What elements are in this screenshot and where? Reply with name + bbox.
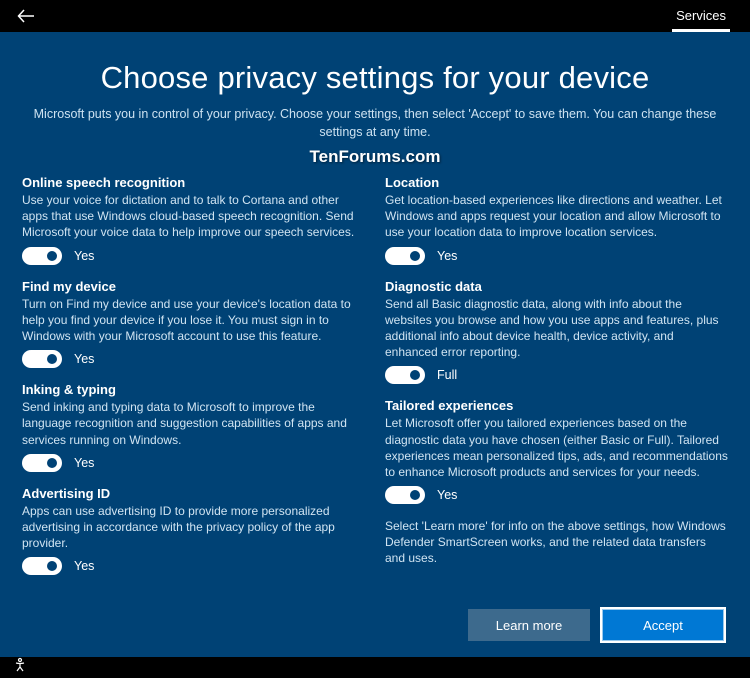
setting-title: Online speech recognition <box>22 175 365 190</box>
setting-desc: Apps can use advertising ID to provide m… <box>22 503 365 552</box>
setting-diagnostic-data: Diagnostic data Send all Basic diagnosti… <box>385 279 728 385</box>
toggle-label: Yes <box>74 456 94 470</box>
toggle-switch[interactable] <box>22 350 62 368</box>
left-column: Online speech recognition Use your voice… <box>22 175 365 589</box>
toggle-row: Yes <box>22 247 365 265</box>
toggle-knob <box>410 370 420 380</box>
toggle-switch[interactable] <box>385 247 425 265</box>
setting-desc: Send all Basic diagnostic data, along wi… <box>385 296 728 361</box>
watermark-text: TenForums.com <box>22 147 728 167</box>
setting-title: Location <box>385 175 728 190</box>
setting-desc: Get location-based experiences like dire… <box>385 192 728 241</box>
toggle-row: Yes <box>22 350 365 368</box>
page-subtitle: Microsoft puts you in control of your pr… <box>22 106 728 141</box>
toggle-switch[interactable] <box>385 366 425 384</box>
setting-title: Inking & typing <box>22 382 365 397</box>
learn-more-note: Select 'Learn more' for info on the abov… <box>385 518 728 567</box>
toggle-row: Yes <box>385 247 728 265</box>
toggle-knob <box>47 458 57 468</box>
settings-scroll-area[interactable]: Online speech recognition Use your voice… <box>22 175 734 589</box>
setting-title: Tailored experiences <box>385 398 728 413</box>
accessibility-button[interactable] <box>12 657 28 678</box>
toggle-row: Full <box>385 366 728 384</box>
toggle-label: Yes <box>437 488 457 502</box>
toggle-label: Yes <box>437 249 457 263</box>
setting-title: Diagnostic data <box>385 279 728 294</box>
setting-desc: Turn on Find my device and use your devi… <box>22 296 365 345</box>
footer-bar <box>0 657 750 678</box>
button-row: Learn more Accept <box>22 589 728 657</box>
toggle-row: Yes <box>22 454 365 472</box>
content-panel: Choose privacy settings for your device … <box>0 32 750 657</box>
learn-more-button[interactable]: Learn more <box>468 609 590 641</box>
accessibility-icon <box>12 657 28 673</box>
arrow-left-icon <box>17 7 35 25</box>
toggle-label: Yes <box>74 559 94 573</box>
toggle-label: Yes <box>74 249 94 263</box>
setting-desc: Let Microsoft offer you tailored experie… <box>385 415 728 480</box>
setting-title: Advertising ID <box>22 486 365 501</box>
setting-title: Find my device <box>22 279 365 294</box>
toggle-knob <box>47 251 57 261</box>
toggle-knob <box>410 490 420 500</box>
setting-find-my-device: Find my device Turn on Find my device an… <box>22 279 365 369</box>
setting-desc: Use your voice for dictation and to talk… <box>22 192 365 241</box>
toggle-row: Yes <box>385 486 728 504</box>
setting-inking-typing: Inking & typing Send inking and typing d… <box>22 382 365 472</box>
toggle-knob <box>47 354 57 364</box>
titlebar: Services <box>0 0 750 32</box>
setting-location: Location Get location-based experiences … <box>385 175 728 265</box>
setting-online-speech: Online speech recognition Use your voice… <box>22 175 365 265</box>
toggle-switch[interactable] <box>22 557 62 575</box>
right-column: Location Get location-based experiences … <box>385 175 728 589</box>
setting-advertising-id: Advertising ID Apps can use advertising … <box>22 486 365 576</box>
toggle-label: Full <box>437 368 457 382</box>
toggle-knob <box>410 251 420 261</box>
toggle-label: Yes <box>74 352 94 366</box>
toggle-switch[interactable] <box>385 486 425 504</box>
tab-services[interactable]: Services <box>672 0 730 32</box>
toggle-switch[interactable] <box>22 454 62 472</box>
back-button[interactable] <box>14 4 38 28</box>
toggle-switch[interactable] <box>22 247 62 265</box>
setting-tailored-experiences: Tailored experiences Let Microsoft offer… <box>385 398 728 504</box>
setting-desc: Send inking and typing data to Microsoft… <box>22 399 365 448</box>
toggle-row: Yes <box>22 557 365 575</box>
page-title: Choose privacy settings for your device <box>22 60 728 96</box>
oobe-window: Services Choose privacy settings for you… <box>0 0 750 651</box>
toggle-knob <box>47 561 57 571</box>
accept-button[interactable]: Accept <box>602 609 724 641</box>
